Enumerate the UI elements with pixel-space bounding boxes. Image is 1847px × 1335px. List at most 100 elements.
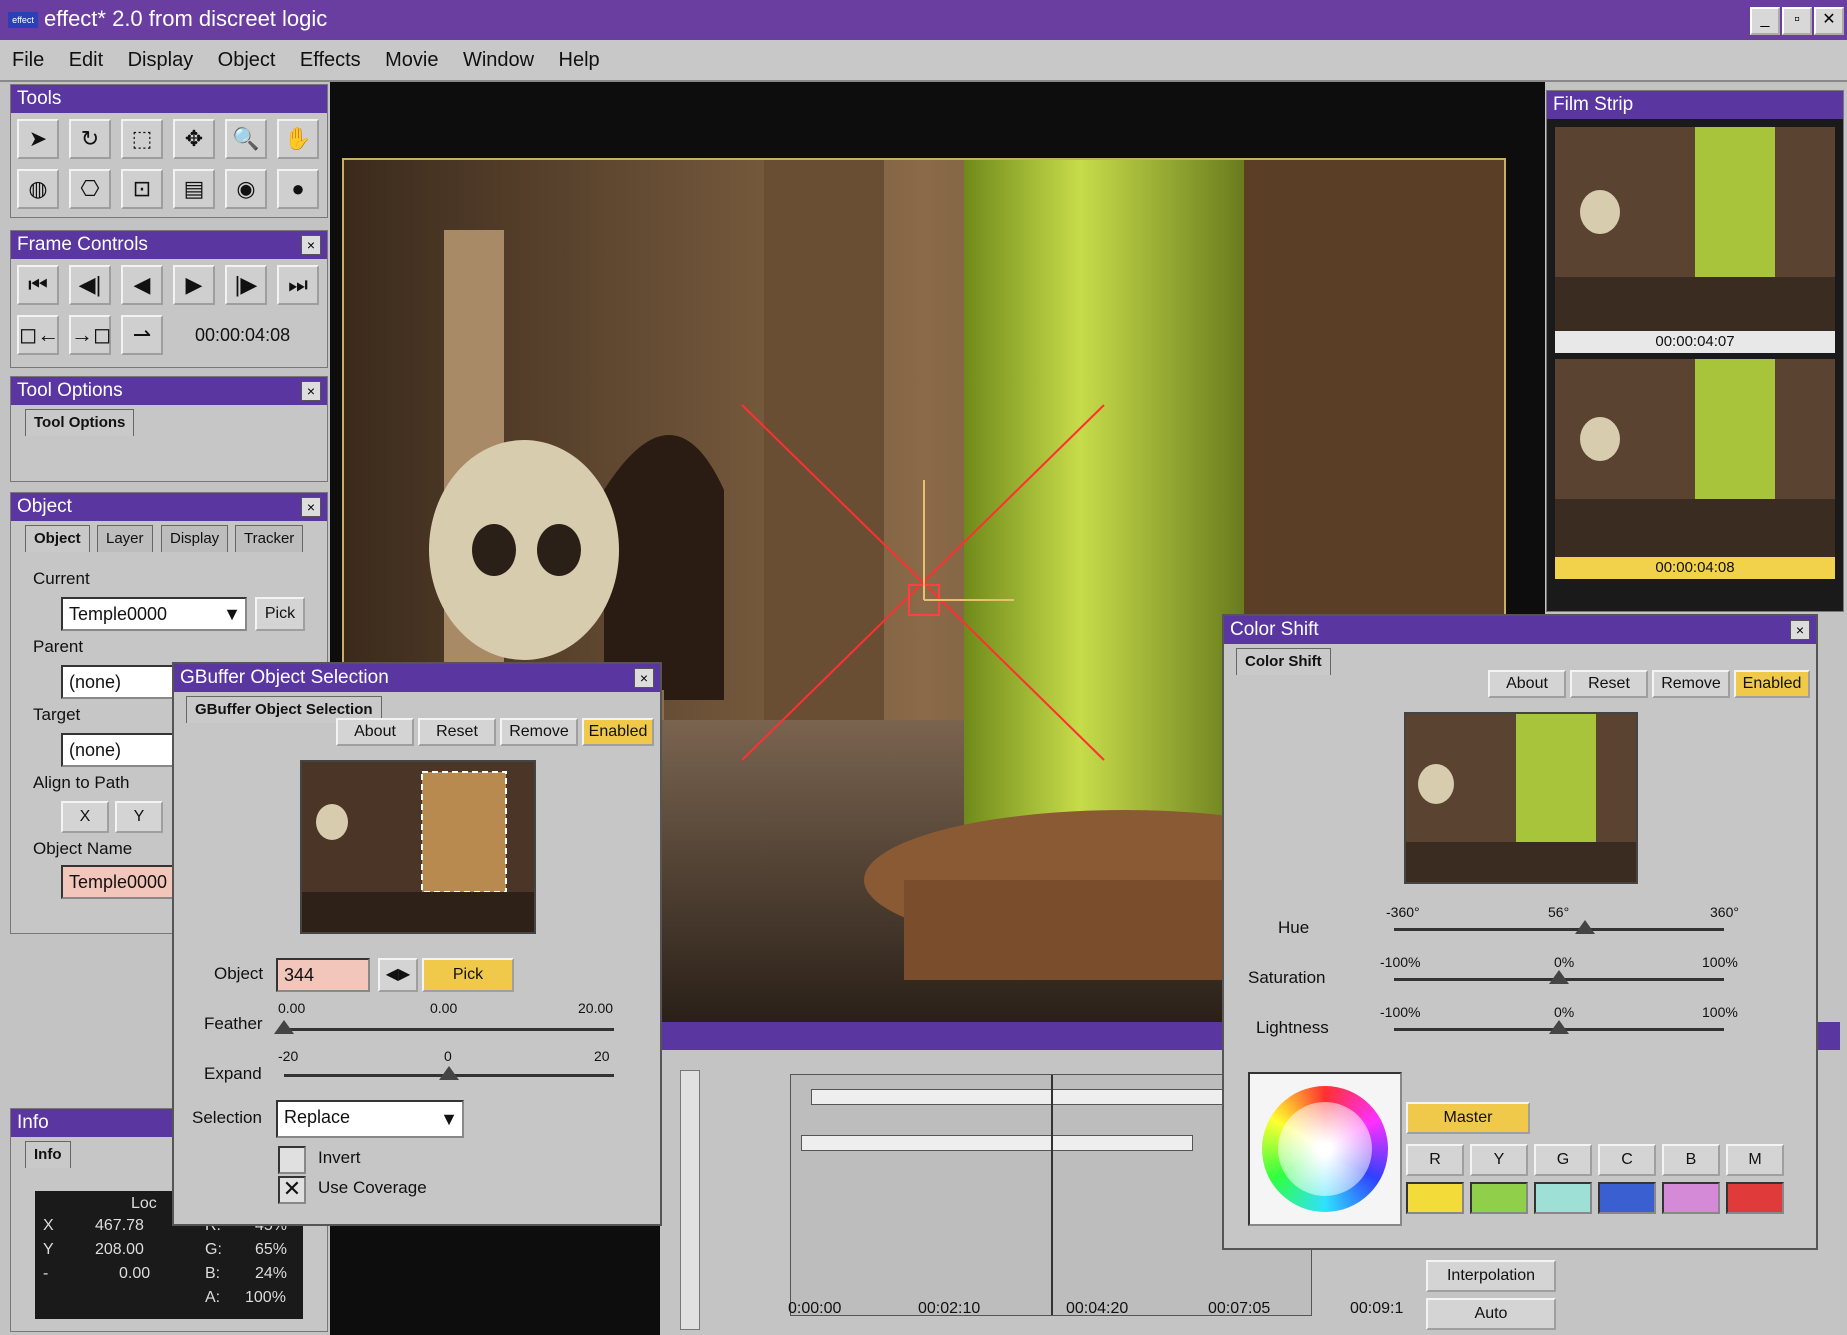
enabled-button[interactable]: Enabled xyxy=(1734,670,1810,698)
timeline-tick: 00:09:1 xyxy=(1350,1300,1404,1317)
channel-button-r[interactable]: R xyxy=(1406,1144,1464,1176)
expand-min: -20 xyxy=(278,1048,299,1064)
light-icon[interactable]: ● xyxy=(277,169,319,209)
set-out-icon[interactable]: →◻ xyxy=(69,315,111,355)
hue-slider-thumb[interactable] xyxy=(1574,920,1595,934)
y-label: Y xyxy=(43,1241,54,1258)
enabled-button[interactable]: Enabled xyxy=(582,718,654,746)
tab-info[interactable]: Info xyxy=(25,1141,71,1168)
playhead[interactable] xyxy=(1051,1075,1053,1315)
close-icon[interactable]: × xyxy=(301,497,321,517)
arrow-select-icon[interactable]: ➤ xyxy=(17,119,59,159)
master-button[interactable]: Master xyxy=(1406,1102,1530,1134)
channel-swatch-g[interactable] xyxy=(1534,1182,1592,1214)
menu-object[interactable]: Object xyxy=(218,40,276,80)
tab-object[interactable]: Object xyxy=(25,525,90,552)
close-icon[interactable]: × xyxy=(634,668,654,688)
sat-min: -100% xyxy=(1380,954,1421,970)
menu-display[interactable]: Display xyxy=(128,40,194,80)
step-back-icon[interactable]: ◀| xyxy=(69,265,111,305)
close-button[interactable]: ✕ xyxy=(1814,7,1844,35)
invert-checkbox[interactable] xyxy=(278,1146,306,1174)
channel-button-c[interactable]: C xyxy=(1598,1144,1656,1176)
anchor-point-icon[interactable]: ⊡ xyxy=(121,169,163,209)
expand-slider-thumb[interactable] xyxy=(439,1066,459,1080)
close-icon[interactable]: × xyxy=(1790,620,1810,640)
timeline-scrollbar[interactable] xyxy=(680,1070,700,1330)
camera-icon[interactable]: ⎔ xyxy=(69,169,111,209)
tab-layer[interactable]: Layer xyxy=(97,525,153,552)
scale-icon[interactable]: ⬚ xyxy=(121,119,163,159)
tab-tool-options[interactable]: Tool Options xyxy=(25,409,135,436)
go-to-start-icon[interactable]: ⏮ xyxy=(17,265,59,305)
light-min: -100% xyxy=(1380,1004,1421,1020)
tab-color-shift[interactable]: Color Shift xyxy=(1236,648,1331,675)
paint-icon[interactable]: ◉ xyxy=(225,169,267,209)
remove-button[interactable]: Remove xyxy=(500,718,578,746)
menu-edit[interactable]: Edit xyxy=(69,40,103,80)
pick-button[interactable]: Pick xyxy=(422,958,514,992)
film-icon[interactable]: ▤ xyxy=(173,169,215,209)
menu-movie[interactable]: Movie xyxy=(385,40,438,80)
about-button[interactable]: About xyxy=(1488,670,1566,698)
zoom-icon[interactable]: 🔍 xyxy=(225,119,267,159)
channel-swatch-b[interactable] xyxy=(1662,1182,1720,1214)
align-x-button[interactable]: X xyxy=(61,801,109,833)
channel-button-g[interactable]: G xyxy=(1534,1144,1592,1176)
tab-tracker[interactable]: Tracker xyxy=(235,525,304,552)
feather-slider[interactable] xyxy=(284,1028,614,1031)
play-reverse-icon[interactable]: ◀ xyxy=(121,265,163,305)
menu-window[interactable]: Window xyxy=(463,40,534,80)
go-to-end-icon[interactable]: ⏭ xyxy=(277,265,319,305)
set-in-icon[interactable]: ◻← xyxy=(17,315,59,355)
film-frame[interactable] xyxy=(1555,127,1835,337)
pick-button[interactable]: Pick xyxy=(255,597,305,631)
reset-button[interactable]: Reset xyxy=(1570,670,1648,698)
film-frame[interactable] xyxy=(1555,359,1835,559)
object-id-input[interactable]: 344 xyxy=(276,958,370,992)
auto-button[interactable]: Auto xyxy=(1426,1298,1556,1330)
color-shift-title: Color Shift xyxy=(1224,616,1816,644)
menu-effects[interactable]: Effects xyxy=(300,40,361,80)
interpolation-button[interactable]: Interpolation xyxy=(1426,1260,1556,1292)
rotate-icon[interactable]: ↻ xyxy=(69,119,111,159)
menu-help[interactable]: Help xyxy=(559,40,600,80)
remove-button[interactable]: Remove xyxy=(1652,670,1730,698)
object-stepper-icon[interactable]: ◀▶ xyxy=(378,958,418,992)
selection-select[interactable]: Replace ▼ xyxy=(276,1100,464,1138)
loop-icon[interactable]: ⇀ xyxy=(121,315,163,355)
hand-icon[interactable]: ✋ xyxy=(277,119,319,159)
menu-file[interactable]: File xyxy=(12,40,44,80)
channel-button-y[interactable]: Y xyxy=(1470,1144,1528,1176)
close-icon[interactable]: × xyxy=(301,235,321,255)
minimize-button[interactable]: _ xyxy=(1750,7,1780,35)
channel-button-m[interactable]: M xyxy=(1726,1144,1784,1176)
timeline-track-bar[interactable] xyxy=(801,1135,1193,1151)
channel-swatch-r[interactable] xyxy=(1406,1182,1464,1214)
use-coverage-checkbox[interactable]: ✕ xyxy=(278,1176,306,1204)
restore-button[interactable]: ▫ xyxy=(1782,7,1812,35)
close-icon[interactable]: × xyxy=(301,381,321,401)
feather-slider-thumb[interactable] xyxy=(274,1020,294,1034)
channel-swatch-y[interactable] xyxy=(1470,1182,1528,1214)
tab-display[interactable]: Display xyxy=(161,525,229,552)
hue-slider[interactable] xyxy=(1394,928,1724,931)
app-title: effect* 2.0 from discreet logic xyxy=(44,6,328,31)
channel-button-b[interactable]: B xyxy=(1662,1144,1720,1176)
about-button[interactable]: About xyxy=(336,718,414,746)
step-forward-icon[interactable]: |▶ xyxy=(225,265,267,305)
saturation-slider-thumb[interactable] xyxy=(1549,970,1569,984)
tools-title: Tools xyxy=(11,85,327,113)
globe-icon[interactable]: ◍ xyxy=(17,169,59,209)
channel-swatch-m[interactable] xyxy=(1726,1182,1784,1214)
play-icon[interactable]: ▶ xyxy=(173,265,215,305)
move-icon[interactable]: ✥ xyxy=(173,119,215,159)
lightness-slider-thumb[interactable] xyxy=(1549,1020,1569,1034)
current-select[interactable]: Temple0000 ▼ xyxy=(61,597,247,631)
color-wheel[interactable] xyxy=(1248,1072,1402,1226)
reset-button[interactable]: Reset xyxy=(418,718,496,746)
loc-label: Loc xyxy=(131,1195,157,1212)
y-value: 208.00 xyxy=(95,1241,144,1258)
channel-swatch-c[interactable] xyxy=(1598,1182,1656,1214)
align-y-button[interactable]: Y xyxy=(115,801,163,833)
